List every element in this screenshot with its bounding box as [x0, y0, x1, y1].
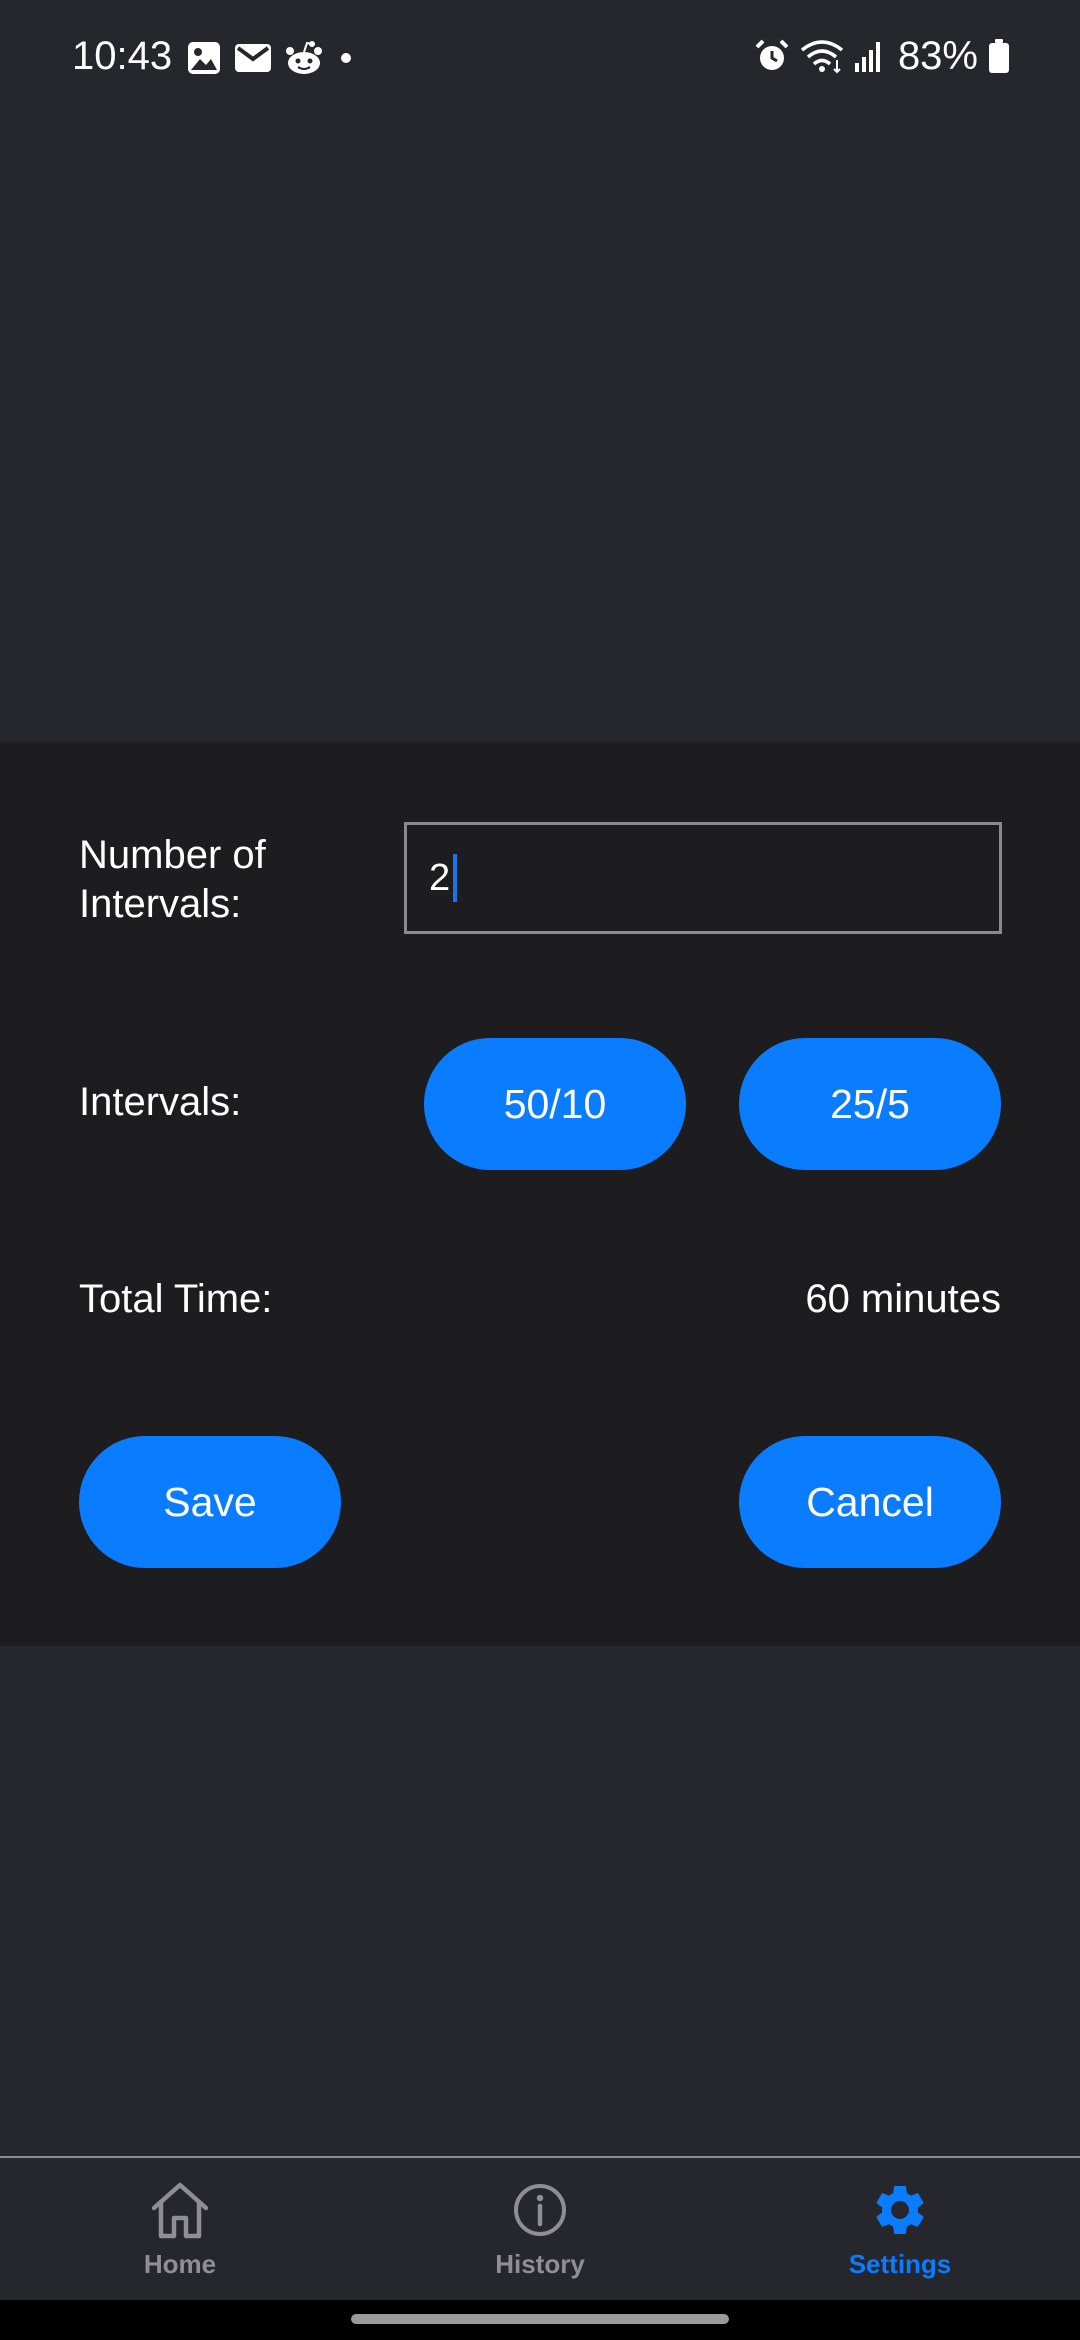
status-bar: 10:43 83%: [0, 0, 1080, 112]
interval-50-10-button[interactable]: 50/10: [424, 1038, 686, 1170]
intervals-label: Intervals:: [79, 1080, 242, 1124]
gesture-navigation-area: [0, 2300, 1080, 2340]
number-of-intervals-label: Number of Intervals:: [79, 833, 266, 926]
total-time-value: 60 minutes: [805, 1277, 1001, 1321]
status-time: 10:43: [72, 34, 173, 78]
signal-icon: [854, 42, 880, 72]
interval-settings-panel: Number of Intervals: 2 Intervals: 50/10 …: [0, 742, 1080, 1646]
nav-item-home[interactable]: Home: [0, 2158, 360, 2302]
screen: 10:43 83% Number of Intervals: 2 Interva…: [0, 0, 1080, 2340]
number-of-intervals-input[interactable]: 2: [404, 822, 1002, 934]
wifi-icon: [800, 40, 844, 74]
reddit-icon: [286, 41, 322, 74]
save-button[interactable]: Save: [79, 1436, 341, 1568]
total-time-label: Total Time:: [79, 1277, 273, 1321]
text-cursor: [453, 854, 458, 902]
home-gesture-handle[interactable]: [351, 2314, 729, 2324]
battery-percent: 83%: [897, 34, 978, 78]
dot-icon: [341, 53, 351, 63]
interval-25-5-button[interactable]: 25/5: [739, 1038, 1001, 1170]
notification-icons: [186, 38, 368, 78]
nav-label-home: Home: [143, 2249, 217, 2279]
battery-icon: [989, 39, 1009, 73]
info-icon: [514, 2184, 566, 2236]
nav-item-settings[interactable]: Settings: [720, 2158, 1080, 2302]
cancel-button[interactable]: Cancel: [739, 1436, 1001, 1568]
bottom-navigation: Home History Settings: [0, 2156, 1080, 2302]
nav-label-settings: Settings: [848, 2249, 952, 2279]
system-icons: 83%: [744, 30, 1010, 82]
nav-label-history: History: [495, 2249, 585, 2279]
number-of-intervals-value: 2: [429, 856, 451, 899]
mail-icon: [235, 44, 271, 72]
nav-item-history[interactable]: History: [360, 2158, 720, 2302]
home-icon: [151, 2182, 209, 2239]
gallery-icon: [188, 42, 220, 74]
alarm-icon: [755, 39, 789, 70]
gear-icon: [876, 2186, 924, 2234]
